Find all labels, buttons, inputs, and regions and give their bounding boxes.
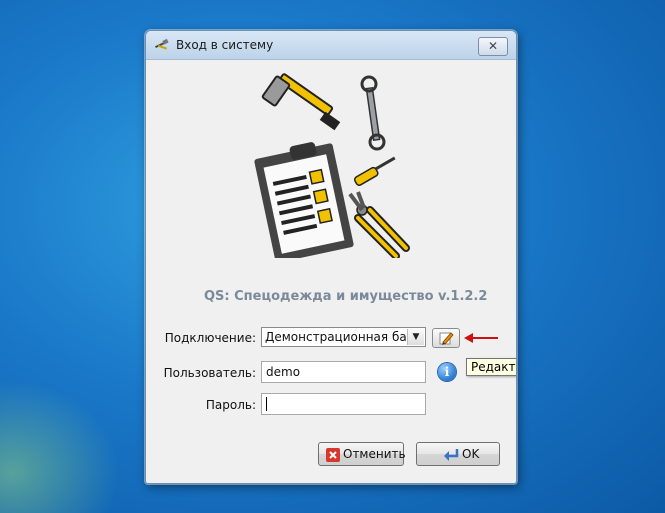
connection-label: Подключение:: [164, 331, 256, 345]
ok-button-label: OK: [462, 447, 480, 461]
user-label: Пользователь:: [163, 366, 256, 380]
clipboard-icon: [254, 142, 354, 258]
tools-icon: [155, 38, 169, 50]
close-button[interactable]: ✕: [478, 37, 508, 56]
close-icon: ✕: [487, 39, 499, 53]
user-input[interactable]: demo: [261, 361, 426, 383]
chevron-down-icon[interactable]: ▼: [407, 329, 424, 345]
connection-select[interactable]: Демонстрационная база ▼: [261, 327, 426, 347]
window-title: Вход в систему: [176, 38, 274, 52]
connection-editor-button[interactable]: [432, 328, 460, 348]
wrench-icon: [360, 75, 386, 151]
app-title: QS: Спецодежда и имущество v.1.2.2: [204, 289, 488, 304]
edit-pencil-icon: [439, 332, 454, 345]
title-bar[interactable]: Вход в систему ✕: [146, 31, 516, 60]
text-caret: [266, 397, 267, 411]
tools-clipboard-logo: [254, 73, 410, 258]
cancel-button-label: Отменить: [343, 447, 406, 461]
password-input[interactable]: [261, 393, 426, 415]
cancel-x-icon: [326, 448, 340, 462]
ok-button[interactable]: OK: [416, 442, 500, 466]
screwdriver-icon: [353, 156, 396, 186]
login-dialog: Вход в систему ✕ QS: Спецодежда и имущес…: [145, 30, 517, 484]
hammer-icon: [261, 73, 341, 131]
info-icon[interactable]: i: [438, 363, 456, 381]
dialog-client-area: QS: Спецодежда и имущество v.1.2.2 Подкл…: [146, 60, 516, 483]
connection-editor-tooltip: Редактор подключений: [466, 358, 516, 376]
password-label: Пароль:: [205, 398, 256, 412]
annotation-arrow-icon: [464, 333, 498, 343]
cancel-button[interactable]: Отменить: [318, 442, 406, 466]
pliers-icon: [348, 191, 410, 258]
enter-arrow-icon: [444, 449, 459, 461]
desktop-wallpaper-glow: [0, 380, 120, 513]
connection-select-value: Демонстрационная база: [265, 330, 421, 344]
